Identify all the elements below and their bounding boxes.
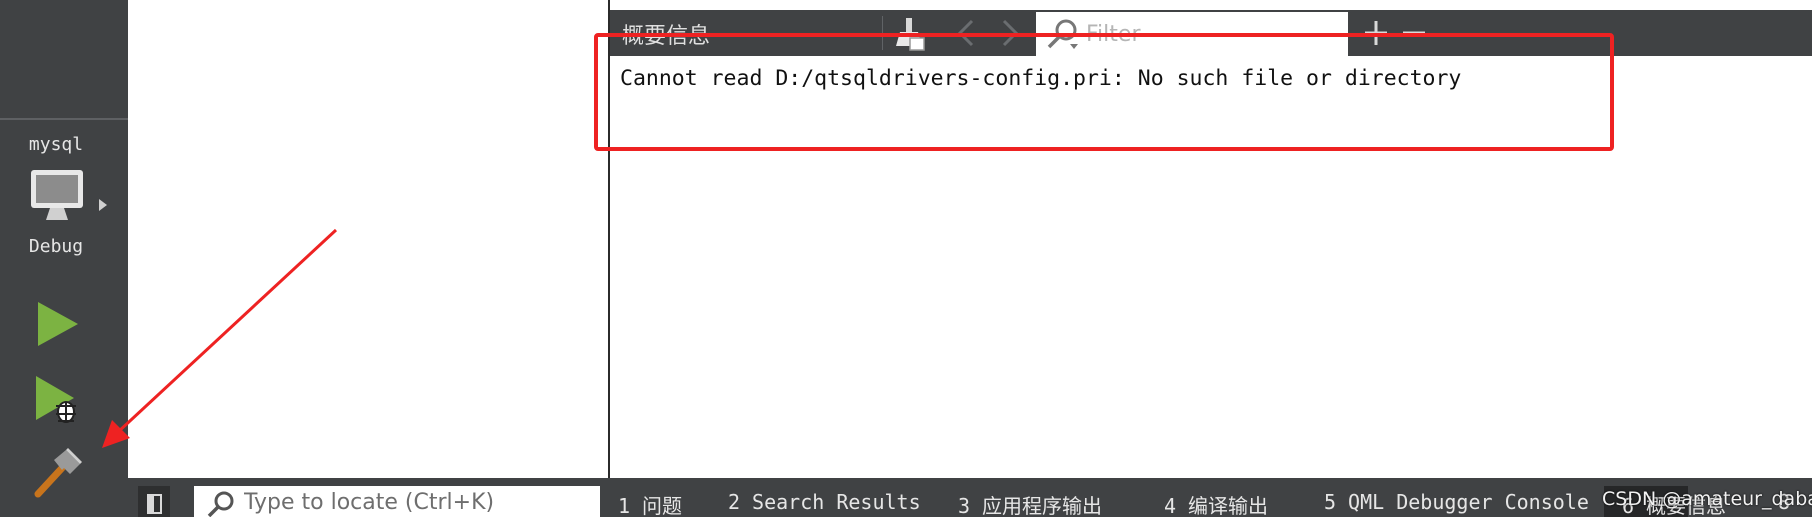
sidebar-toggle-icon: [147, 494, 162, 514]
tab-compile-output[interactable]: 4 编译输出: [1164, 490, 1268, 517]
kit-name-label: mysql: [28, 134, 84, 155]
bottom-status-bar: 1问题 2Search Results 3应用程序输出 4编译输出 5QML D…: [128, 478, 1812, 517]
debug-run-icon[interactable]: [34, 374, 84, 426]
locator-field[interactable]: [194, 486, 600, 517]
project-pane: [128, 0, 608, 478]
tab-application-output[interactable]: 3 应用程序输出: [958, 490, 1102, 517]
tab-issues[interactable]: 1 问题: [618, 490, 682, 517]
mode-bar-separator: [0, 118, 128, 120]
csdn-watermark: CSDN @amateur_dabai: [1602, 488, 1812, 510]
tab-search-results[interactable]: 2 Search Results: [728, 490, 921, 517]
search-icon: [207, 491, 234, 517]
mode-bar: mysql Debug: [0, 0, 128, 517]
locator-input[interactable]: [244, 488, 594, 517]
build-hammer-icon[interactable]: [32, 448, 84, 500]
qt-creator-window: mysql Debug 概要信息 Filter Cannot read D:/q…: [0, 0, 1812, 517]
tab-qml-debugger-console[interactable]: 5 QML Debugger Console: [1324, 490, 1589, 517]
build-mode-label: Debug: [28, 236, 84, 257]
monitor-icon[interactable]: [28, 168, 86, 222]
toggle-sidebar-button[interactable]: [138, 486, 170, 517]
run-icon[interactable]: [34, 300, 80, 348]
kit-selector-arrow-icon[interactable]: [98, 198, 108, 212]
annotation-highlight-box: [594, 33, 1614, 151]
